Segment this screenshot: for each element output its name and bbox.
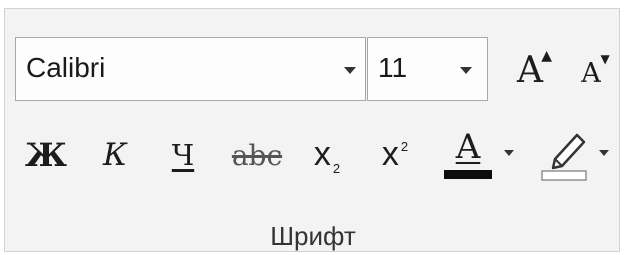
highlight-button[interactable] bbox=[537, 123, 591, 185]
font-color-button[interactable]: A bbox=[441, 123, 495, 185]
bold-icon: Ж bbox=[25, 136, 67, 174]
font-color-dropdown-icon[interactable] bbox=[504, 150, 514, 156]
group-label: Шрифт bbox=[270, 221, 356, 251]
font-size-combobox[interactable]: 11 bbox=[367, 37, 488, 101]
font-name-dropdown-icon[interactable] bbox=[344, 67, 356, 74]
superscript-icon: x2 bbox=[381, 134, 409, 173]
font-size-dropdown-icon[interactable] bbox=[460, 67, 472, 74]
underline-icon: Ч bbox=[171, 138, 195, 172]
underline-button[interactable]: Ч bbox=[161, 129, 205, 181]
font-color-icon: A bbox=[455, 126, 481, 167]
bold-button[interactable]: Ж bbox=[23, 129, 69, 181]
font-name-combobox[interactable]: Calibri bbox=[15, 37, 366, 101]
italic-button[interactable]: К bbox=[93, 129, 137, 181]
font-name-value: Calibri bbox=[26, 52, 106, 83]
font-color-bar bbox=[444, 169, 492, 179]
subscript-button[interactable]: x2 bbox=[301, 127, 353, 181]
italic-icon: К bbox=[103, 137, 127, 173]
strikethrough-button[interactable]: abc bbox=[227, 129, 287, 181]
font-size-value: 11 bbox=[378, 52, 408, 83]
shrink-font-icon: A ▼ bbox=[581, 51, 610, 89]
superscript-button[interactable]: x2 bbox=[369, 127, 421, 181]
grow-font-button[interactable]: A ▲ bbox=[505, 43, 555, 97]
highlighter-icon bbox=[541, 133, 587, 181]
subscript-icon: x2 bbox=[313, 134, 341, 176]
font-group: Calibri 11 A ▲ A ▼ Ж К Ч abc x2 x 2 A Шр… bbox=[4, 8, 620, 252]
grow-font-icon: A ▲ bbox=[517, 47, 552, 91]
shrink-font-button[interactable]: A ▼ bbox=[569, 49, 613, 97]
strikethrough-icon: abc bbox=[231, 138, 283, 172]
highlight-dropdown-icon[interactable] bbox=[599, 150, 609, 156]
